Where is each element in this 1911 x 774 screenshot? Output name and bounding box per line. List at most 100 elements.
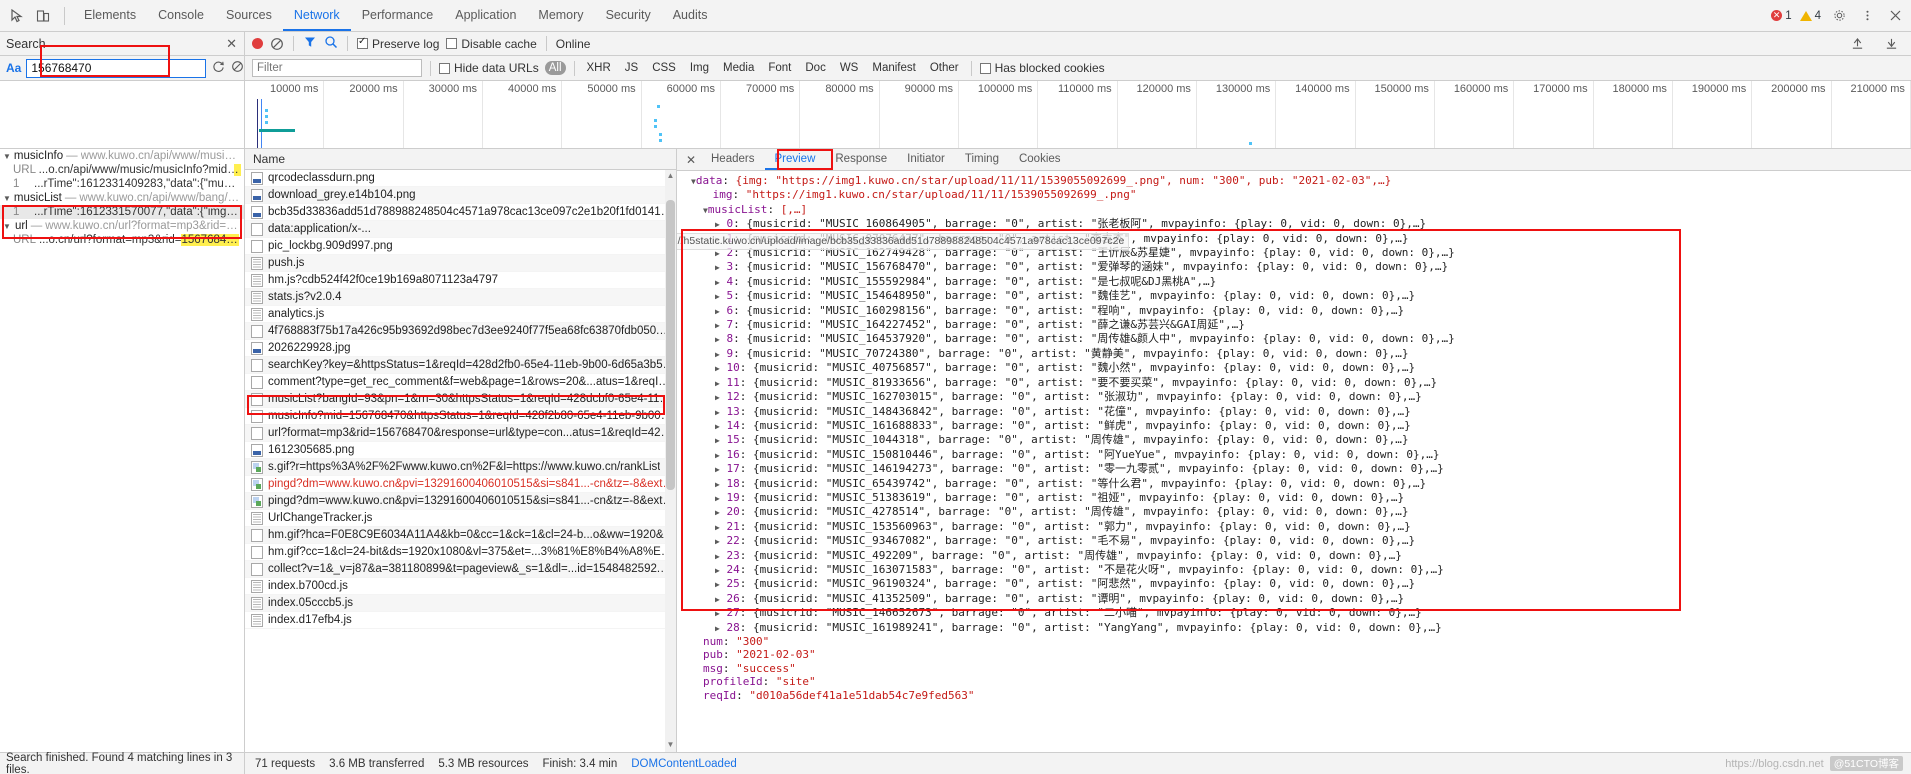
filter-type-font[interactable]: Font [764, 61, 795, 75]
chevron-right-icon[interactable]: ▶ [715, 494, 720, 503]
search-result-line[interactable]: 1 ...rTime":1612331570077,"data":{"img":"… [0, 205, 244, 219]
json-row[interactable]: msg: "success" [683, 662, 1911, 675]
request-list-body[interactable]: qrcodeclassdurn.png download_grey.e14b104… [245, 170, 676, 752]
request-row[interactable]: download_grey.e14b104.png [245, 187, 676, 204]
request-row[interactable]: 4f768883f75b17a426c95b93692d98bec7d3ee92… [245, 323, 676, 340]
json-array-row[interactable]: ▶ 16: {musicrid: "MUSIC_150810446", barr… [683, 448, 1911, 462]
chevron-down-icon[interactable]: ▼ [3, 152, 11, 161]
request-row[interactable]: push.js [245, 255, 676, 272]
json-row[interactable]: pub: "2021-02-03" [683, 648, 1911, 661]
chevron-right-icon[interactable]: ▶ [715, 321, 720, 330]
json-array-row[interactable]: ▶ 10: {musicrid: "MUSIC_40756857", barra… [683, 361, 1911, 375]
filter-type-img[interactable]: Img [686, 61, 713, 75]
json-array-row[interactable]: ▶ 22: {musicrid: "MUSIC_93467082", barra… [683, 534, 1911, 548]
chevron-right-icon[interactable]: ▶ [715, 379, 720, 388]
chevron-down-icon[interactable]: ▼ [3, 222, 12, 231]
chevron-right-icon[interactable]: ▶ [715, 335, 720, 344]
request-row[interactable]: index.05cccb5.js [245, 595, 676, 612]
clear-search-icon[interactable] [230, 60, 244, 76]
error-count-badge[interactable]: ✕ 1 [1771, 10, 1792, 22]
json-array-row[interactable]: ▶ 11: {musicrid: "MUSIC_81933656", barra… [683, 376, 1911, 390]
json-array-row[interactable]: ▶ 0: {musicrid: "MUSIC_160864905", barra… [683, 217, 1911, 231]
chevron-icon[interactable] [703, 191, 713, 200]
chevron-right-icon[interactable]: ▶ [715, 263, 720, 272]
preserve-log-checkbox[interactable]: Preserve log [357, 36, 439, 51]
search-results-panel[interactable]: ▼musicInfo—www.kuwo.cn/api/www/music/mus… [0, 149, 245, 752]
chevron-right-icon[interactable]: ▶ [715, 580, 720, 589]
json-array-row[interactable]: ▶ 17: {musicrid: "MUSIC_146194273", barr… [683, 462, 1911, 476]
request-row[interactable]: bcb35d33836add51d788988248504c4571a978ca… [245, 204, 676, 221]
search-panel-close-icon[interactable]: ✕ [226, 36, 237, 52]
clear-network-log-icon[interactable] [270, 37, 284, 51]
tab-performance[interactable]: Performance [351, 0, 445, 31]
json-array-row[interactable]: ▶ 4: {musicrid: "MUSIC_155592984", barra… [683, 275, 1911, 289]
chevron-right-icon[interactable]: ▶ [715, 609, 720, 618]
request-row[interactable]: pic_lockbg.909d997.png [245, 238, 676, 255]
chevron-right-icon[interactable]: ▶ [715, 278, 720, 287]
import-har-icon[interactable] [1847, 34, 1867, 54]
request-row[interactable]: stats.js?v2.0.4 [245, 289, 676, 306]
json-array-row[interactable]: ▶ 7: {musicrid: "MUSIC_164227452", barra… [683, 318, 1911, 332]
request-row[interactable]: 1612305685.png [245, 442, 676, 459]
json-array-row[interactable]: ▶ 19: {musicrid: "MUSIC_51383619", barra… [683, 491, 1911, 505]
chevron-right-icon[interactable]: ▶ [715, 624, 720, 633]
chevron-right-icon[interactable]: ▶ [715, 436, 720, 445]
chevron-right-icon[interactable]: ▶ [715, 595, 720, 604]
export-har-icon[interactable] [1881, 34, 1901, 54]
search-result-group-header[interactable]: ▼musicInfo—www.kuwo.cn/api/www/music/mus… [0, 149, 244, 163]
json-array-row[interactable]: ▶ 9: {musicrid: "MUSIC_70724380", barrag… [683, 347, 1911, 361]
json-array-row[interactable]: ▶ 12: {musicrid: "MUSIC_162703015", barr… [683, 390, 1911, 404]
chevron-down-icon[interactable]: ▼ [3, 194, 11, 203]
json-array-row[interactable]: ▶ 8: {musicrid: "MUSIC_164537920", barra… [683, 332, 1911, 346]
scrollbar-thumb[interactable] [666, 200, 675, 490]
filter-type-manifest[interactable]: Manifest [868, 61, 919, 75]
inspect-element-icon[interactable] [4, 3, 30, 29]
filter-type-media[interactable]: Media [719, 61, 758, 75]
tab-elements[interactable]: Elements [73, 0, 147, 31]
filter-type-doc[interactable]: Doc [801, 61, 829, 75]
search-input[interactable] [26, 58, 206, 78]
refresh-icon[interactable] [211, 60, 225, 76]
detail-tab-response[interactable]: Response [826, 149, 896, 170]
request-row[interactable]: s.gif?r=https%3A%2F%2Fwww.kuwo.cn%2F&l=h… [245, 459, 676, 476]
search-result-group[interactable]: ▼ url — www.kuwo.cn/url?format=mp3&rid=1...… [0, 219, 244, 247]
json-array-row[interactable]: ▶ 13: {musicrid: "MUSIC_148436842", barr… [683, 405, 1911, 419]
chevron-right-icon[interactable]: ▶ [715, 537, 720, 546]
filter-type-other[interactable]: Other [926, 61, 963, 75]
scroll-down-arrow[interactable]: ▼ [666, 740, 675, 751]
detail-tab-cookies[interactable]: Cookies [1010, 149, 1070, 170]
json-array-row[interactable]: ▶ 15: {musicrid: "MUSIC_1044318", barrag… [683, 433, 1911, 447]
request-row[interactable]: collect?v=1&_v=j87&a=381180899&t=pagevie… [245, 561, 676, 578]
search-result-group-header[interactable]: ▼musicList—www.kuwo.cn/api/www/bang/bang… [0, 191, 244, 205]
search-magnifier-icon[interactable] [324, 35, 338, 52]
request-row[interactable]: pingd?dm=www.kuwo.cn&pvi=132916004060105… [245, 493, 676, 510]
request-row[interactable]: 2026229928.jpg [245, 340, 676, 357]
more-options-icon[interactable] [1857, 6, 1877, 26]
request-row[interactable]: musicList?bangId=93&pn=1&rn=30&httpsStat… [245, 391, 676, 408]
search-result-line[interactable]: URL...o.cn/url?format=mp3&rid=156768470&… [0, 233, 244, 247]
settings-gear-icon[interactable] [1829, 6, 1849, 26]
network-request-list[interactable]: Name qrcodeclassdurn.png download_grey.e1… [245, 149, 677, 752]
chevron-right-icon[interactable]: ▶ [715, 307, 720, 316]
chevron-right-icon[interactable]: ▶ [715, 393, 720, 402]
search-result-line[interactable]: URL ...o.cn/api/www/music/musicInfo?mid= 1… [0, 163, 244, 177]
chevron-right-icon[interactable]: ▶ [715, 552, 720, 561]
scroll-up-arrow[interactable]: ▲ [666, 171, 675, 182]
json-array-row[interactable]: ▶ 24: {musicrid: "MUSIC_163071583", barr… [683, 563, 1911, 577]
json-row[interactable]: img: "https://img1.kuwo.cn/star/upload/1… [683, 188, 1911, 202]
chevron-right-icon[interactable]: ▶ [715, 508, 720, 517]
tab-network[interactable]: Network [283, 0, 351, 31]
filter-input[interactable] [252, 59, 422, 77]
json-row[interactable]: profileId: "site" [683, 675, 1911, 688]
json-array-row[interactable]: ▶ 14: {musicrid: "MUSIC_161688833", barr… [683, 419, 1911, 433]
json-array-row[interactable]: ▶ 18: {musicrid: "MUSIC_65439742", barra… [683, 477, 1911, 491]
request-row[interactable]: musicInfo?mid=156768470&httpsStatus=1&re… [245, 408, 676, 425]
request-row[interactable]: UrlChangeTracker.js [245, 510, 676, 527]
record-button[interactable] [252, 38, 263, 49]
filter-type-js[interactable]: JS [621, 61, 642, 75]
throttling-select[interactable]: Online [556, 37, 591, 51]
detail-tab-timing[interactable]: Timing [956, 149, 1008, 170]
tab-console[interactable]: Console [147, 0, 215, 31]
preview-json-viewer[interactable]: ▼data: {img: "https://img1.kuwo.cn/star/… [677, 171, 1911, 752]
request-row[interactable]: url?format=mp3&rid=156768470&response=ur… [245, 425, 676, 442]
